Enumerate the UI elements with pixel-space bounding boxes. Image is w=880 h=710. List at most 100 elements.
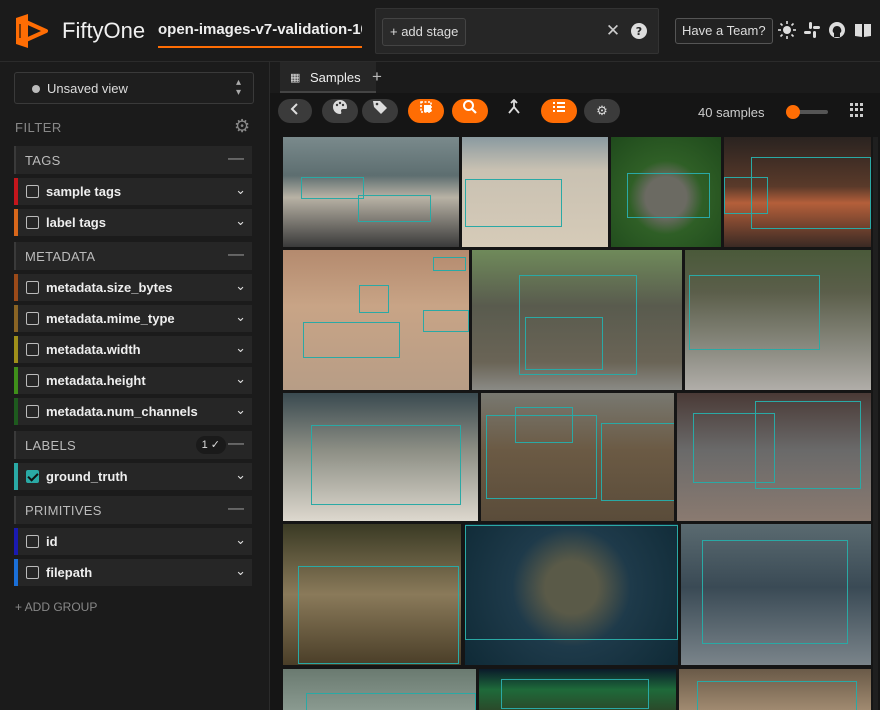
sample-tile[interactable] — [462, 137, 608, 247]
checkbox[interactable] — [26, 535, 39, 548]
zoom-slider[interactable] — [786, 105, 828, 119]
saved-view-selector[interactable]: Unsaved view ▴ ▾ — [14, 72, 254, 104]
checkbox[interactable] — [26, 185, 39, 198]
chevron-down-icon[interactable]: ⌄ — [235, 371, 246, 387]
collapse-icon[interactable]: — — [228, 150, 244, 168]
field-id[interactable]: id ⌄ — [14, 528, 252, 555]
view-status-dot — [32, 85, 40, 93]
settings-button[interactable]: ⚙ — [584, 99, 620, 123]
field-label: metadata.height — [46, 373, 146, 388]
tag-button[interactable] — [362, 99, 398, 123]
search-icon — [463, 100, 477, 114]
fiftyone-logo-icon[interactable] — [12, 12, 50, 50]
detection-box — [702, 540, 848, 644]
collapse-icon[interactable]: — — [228, 435, 244, 453]
sample-tile[interactable] — [679, 669, 871, 710]
clear-view-icon[interactable]: ✕ — [604, 22, 622, 40]
selected-count-badge[interactable]: 1 ✓ — [195, 436, 226, 454]
field-label: metadata.size_bytes — [46, 280, 173, 295]
group-metadata[interactable]: METADATA — — [14, 242, 252, 270]
view-bar[interactable]: + add stage ✕ ? — [375, 8, 659, 54]
field-metadata-mime-type[interactable]: metadata.mime_type ⌄ — [14, 305, 252, 332]
dataset-selector[interactable]: open-images-v7-validation-100 — [158, 21, 362, 48]
sample-tile[interactable] — [677, 393, 871, 521]
sample-tile[interactable] — [472, 250, 682, 390]
color-palette-button[interactable] — [322, 99, 358, 123]
chevron-down-icon[interactable]: ⌄ — [235, 532, 246, 548]
view-name: Unsaved view — [47, 81, 128, 96]
chevron-down-icon[interactable]: ⌄ — [235, 309, 246, 325]
add-panel-button[interactable]: + — [372, 67, 382, 87]
group-tags[interactable]: TAGS — — [14, 146, 252, 174]
field-label: metadata.width — [46, 342, 141, 357]
sample-tile[interactable] — [481, 393, 674, 521]
sample-tile[interactable] — [283, 393, 478, 521]
top-bar: FiftyOne open-images-v7-validation-100 +… — [0, 0, 880, 62]
detection-box — [697, 681, 857, 710]
grid-scrollbar[interactable] — [873, 137, 878, 710]
detection-box — [433, 257, 466, 271]
chevron-down-icon[interactable]: ⌄ — [235, 213, 246, 229]
field-metadata-size-bytes[interactable]: metadata.size_bytes ⌄ — [14, 274, 252, 301]
collapse-icon[interactable]: — — [228, 246, 244, 264]
add-stage-input[interactable]: + add stage — [382, 18, 467, 46]
sample-tile[interactable] — [283, 524, 461, 665]
grid-layout-icon[interactable] — [850, 103, 864, 117]
grid-icon: ▦ — [290, 72, 301, 84]
sample-tile[interactable] — [611, 137, 721, 247]
checkbox[interactable] — [26, 343, 39, 356]
github-icon[interactable] — [828, 21, 846, 39]
chevron-down-icon[interactable]: ⌄ — [235, 563, 246, 579]
chevron-down-icon[interactable]: ⌄ — [235, 278, 246, 294]
sample-tile[interactable] — [283, 137, 459, 247]
field-metadata-num-channels[interactable]: metadata.num_channels ⌄ — [14, 398, 252, 425]
checkbox[interactable] — [26, 405, 39, 418]
add-group-button[interactable]: + ADD GROUP — [15, 600, 97, 614]
group-labels[interactable]: LABELS 1 ✓ — — [14, 431, 252, 459]
tag-icon — [373, 101, 387, 114]
help-icon[interactable]: ? — [630, 22, 648, 40]
zoom-slider-knob[interactable] — [786, 105, 800, 119]
field-metadata-width[interactable]: metadata.width ⌄ — [14, 336, 252, 363]
chevron-down-icon[interactable]: ⌄ — [235, 467, 246, 483]
detection-box — [501, 679, 649, 709]
group-title: TAGS — [25, 153, 61, 168]
checkbox[interactable] — [26, 216, 39, 229]
checkbox[interactable] — [26, 281, 39, 294]
field-label-tags[interactable]: label tags ⌄ — [14, 209, 252, 236]
have-a-team-button[interactable]: Have a Team? — [675, 18, 773, 44]
tab-samples[interactable]: ▦ Samples — [280, 62, 376, 93]
sample-tile[interactable] — [685, 250, 871, 390]
select-patches-button[interactable] — [408, 99, 444, 123]
group-primitives[interactable]: PRIMITIVES — — [14, 496, 252, 524]
chevron-down-icon[interactable]: ⌄ — [235, 340, 246, 356]
chevron-down-icon[interactable]: ⌄ — [235, 182, 246, 198]
checkbox[interactable] — [26, 374, 39, 387]
gear-icon[interactable]: ⚙ — [234, 116, 250, 137]
brand-name[interactable]: FiftyOne — [62, 18, 145, 44]
sample-tile[interactable] — [283, 250, 469, 390]
slack-icon[interactable] — [803, 21, 821, 39]
svg-text:?: ? — [636, 25, 642, 38]
sample-tile[interactable] — [724, 137, 871, 247]
sample-tile[interactable] — [479, 669, 676, 710]
field-sample-tags[interactable]: sample tags ⌄ — [14, 178, 252, 205]
docs-icon[interactable] — [854, 21, 872, 39]
similarity-search-button[interactable] — [452, 99, 488, 123]
sample-tile[interactable] — [681, 524, 871, 665]
checkbox-checked[interactable] — [26, 470, 39, 483]
field-label: filepath — [46, 565, 93, 580]
checkbox[interactable] — [26, 312, 39, 325]
sun-icon[interactable] — [778, 21, 796, 39]
sidebar-toggle-button[interactable] — [541, 99, 577, 123]
merge-button[interactable] — [496, 98, 532, 123]
collapse-icon[interactable]: — — [228, 500, 244, 518]
field-metadata-height[interactable]: metadata.height ⌄ — [14, 367, 252, 394]
sample-tile[interactable] — [283, 669, 476, 710]
sample-tile[interactable] — [465, 524, 678, 665]
chevron-down-icon[interactable]: ⌄ — [235, 402, 246, 418]
field-ground-truth[interactable]: ground_truth ⌄ — [14, 463, 252, 490]
field-filepath[interactable]: filepath ⌄ — [14, 559, 252, 586]
checkbox[interactable] — [26, 566, 39, 579]
back-button[interactable] — [278, 99, 312, 123]
